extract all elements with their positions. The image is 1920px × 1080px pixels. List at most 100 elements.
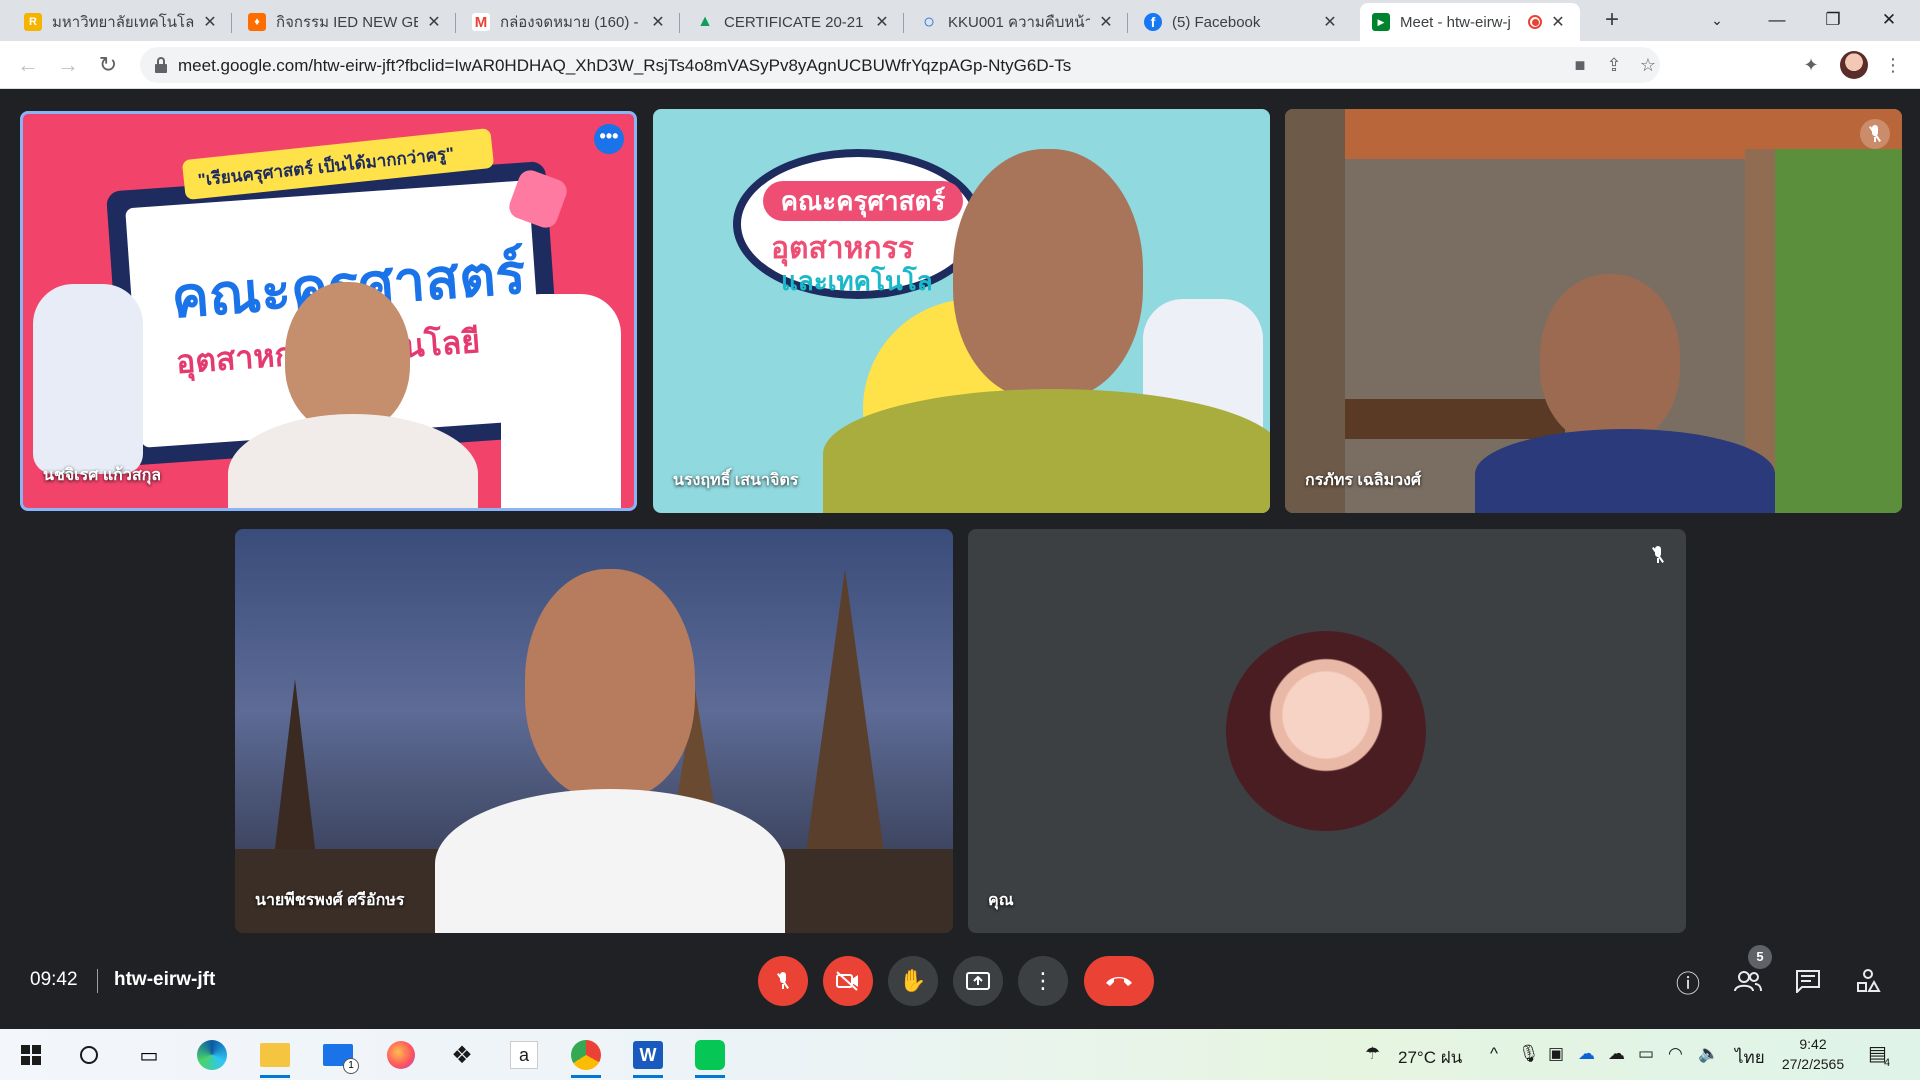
word-icon: W xyxy=(633,1041,663,1069)
muted-mic-icon xyxy=(1860,119,1890,149)
profile-avatar[interactable] xyxy=(1840,51,1868,79)
bubble-line-1: คณะครุศาสตร์ xyxy=(763,181,963,221)
participant-tile-self[interactable]: คุณ xyxy=(968,529,1686,933)
meet-present-tray-icon[interactable]: ▣ xyxy=(1548,1044,1564,1064)
participant-name: คุณ xyxy=(988,892,1014,909)
minimize-icon[interactable]: — xyxy=(1750,0,1804,41)
info-icon: ⓘ xyxy=(1676,970,1700,998)
close-icon[interactable]: ✕ xyxy=(1548,12,1568,32)
close-icon[interactable]: ✕ xyxy=(1320,12,1340,32)
show-hidden-icons[interactable]: ^ xyxy=(1490,1044,1498,1064)
amazon-app[interactable]: a xyxy=(505,1036,543,1074)
present-screen-icon xyxy=(966,972,990,990)
leave-call-button[interactable] xyxy=(1084,956,1154,1006)
chat-button[interactable] xyxy=(1790,963,1826,999)
tab-meet[interactable]: ▶ Meet - htw-eirw-j ✕ xyxy=(1360,3,1580,41)
forward-icon[interactable]: → xyxy=(52,49,84,81)
participant-tile-1[interactable]: คณะครุศาสตร์ อุตสาหกรรม โนโลยี "เรียนครุ… xyxy=(20,111,637,511)
camera-toggle-button[interactable] xyxy=(823,956,873,1006)
meet-control-bar: 09:42 htw-eirw-jft ✋ ⋮ ⓘ 5 xyxy=(0,939,1920,1029)
tab-search-icon[interactable]: ⌄ xyxy=(1690,0,1744,41)
recording-icon xyxy=(1528,15,1542,29)
activities-button[interactable] xyxy=(1850,963,1886,999)
google-meet-icon: ▶ xyxy=(1372,13,1390,31)
weather-icon[interactable]: ☂ xyxy=(1365,1044,1380,1064)
windows-logo-icon xyxy=(21,1045,41,1065)
meeting-code: htw-eirw-jft xyxy=(114,969,216,990)
speech-bubble-graphic: คณะครุศาสตร์ อุตสาหกรร และเทคโนโล xyxy=(733,149,983,299)
tab-certificate-drive[interactable]: ▲ CERTIFICATE 20-21 DE ✕ xyxy=(684,3,904,41)
participant-tile-2[interactable]: คณะครุศาสตร์ อุตสาหกรร และเทคโนโล นรงฤทธ… xyxy=(653,109,1270,513)
tab-ied-activity[interactable]: ♦ กิจกรรม IED NEW GEN ✕ xyxy=(236,3,456,41)
more-options-icon[interactable]: ••• xyxy=(594,124,624,154)
people-icon xyxy=(1734,971,1762,992)
wifi-icon[interactable]: ◠ xyxy=(1668,1044,1683,1064)
reload-icon[interactable]: ↻ xyxy=(92,49,124,81)
chat-icon xyxy=(1796,970,1820,993)
search-circle-icon xyxy=(80,1046,98,1064)
mail-app[interactable]: 1 xyxy=(319,1036,359,1074)
word-app[interactable]: W xyxy=(629,1036,667,1078)
tab-title: กล่องจดหมาย (160) - si xyxy=(500,14,642,31)
tab-title: (5) Facebook xyxy=(1172,13,1261,31)
address-bar[interactable]: meet.google.com/htw-eirw-jft?fbclid=IwAR… xyxy=(140,47,1660,83)
edge-icon xyxy=(197,1040,227,1070)
more-options-button[interactable]: ⋮ xyxy=(1018,956,1068,1006)
present-now-button[interactable] xyxy=(953,956,1003,1006)
participant-count-badge: 5 xyxy=(1748,945,1772,969)
gmail-icon: M xyxy=(472,13,490,31)
volume-icon[interactable]: 🔈 xyxy=(1698,1044,1719,1064)
lock-icon xyxy=(155,57,167,73)
close-icon[interactable]: ✕ xyxy=(200,12,220,32)
tab-gmail[interactable]: M กล่องจดหมาย (160) - si ✕ xyxy=(460,3,680,41)
close-icon[interactable]: ✕ xyxy=(424,12,444,32)
close-icon[interactable]: ✕ xyxy=(648,12,668,32)
share-icon[interactable]: ⇪ xyxy=(1602,53,1626,77)
more-vert-icon: ⋮ xyxy=(1032,968,1054,993)
edge-app[interactable] xyxy=(193,1036,231,1074)
line-app[interactable] xyxy=(691,1036,729,1078)
microphone-icon[interactable]: 🎙 xyxy=(1518,1044,1540,1064)
line-icon xyxy=(695,1040,725,1070)
mic-toggle-button[interactable] xyxy=(758,956,808,1006)
tab-title: KKU001 ความคืบหน้า | T xyxy=(948,14,1090,31)
participant-tile-4[interactable]: นายพีชรพงศ์ ศรีอักษร xyxy=(235,529,953,933)
onedrive-personal-icon[interactable]: ☁ xyxy=(1608,1044,1625,1064)
url-text[interactable]: meet.google.com/htw-eirw-jft?fbclid=IwAR… xyxy=(178,56,1071,76)
search-button[interactable] xyxy=(70,1036,108,1074)
task-view-button[interactable]: ▭ xyxy=(130,1036,168,1074)
firefox-app[interactable] xyxy=(382,1036,420,1074)
hand-icon: ✋ xyxy=(899,968,927,993)
mail-badge: 1 xyxy=(343,1058,359,1074)
onedrive-icon[interactable]: ☁ xyxy=(1578,1044,1595,1064)
back-icon[interactable]: ← xyxy=(12,49,44,81)
notification-count: 4 xyxy=(1884,1057,1891,1069)
new-tab-button[interactable]: + xyxy=(1597,6,1627,36)
amazon-icon: a xyxy=(510,1041,538,1069)
tab-facebook[interactable]: f (5) Facebook ✕ xyxy=(1132,3,1352,41)
chrome-app[interactable] xyxy=(567,1036,605,1078)
battery-icon[interactable]: ▭ xyxy=(1638,1044,1654,1064)
bookmark-star-icon[interactable]: ☆ xyxy=(1636,53,1660,77)
extensions-icon[interactable]: ✦ xyxy=(1798,52,1824,78)
close-icon[interactable]: ✕ xyxy=(1096,12,1116,32)
camera-icon[interactable]: ■ xyxy=(1568,53,1592,77)
activities-shapes-icon xyxy=(1857,969,1881,992)
dropbox-app[interactable]: ❖ xyxy=(443,1036,481,1074)
input-language[interactable]: ไทย xyxy=(1735,1044,1765,1071)
meeting-details-button[interactable]: ⓘ xyxy=(1670,963,1706,999)
raise-hand-button[interactable]: ✋ xyxy=(888,956,938,1006)
participant-tile-3[interactable]: กรภัทร เฉลิมวงศ์ xyxy=(1285,109,1902,513)
close-icon[interactable]: ✕ xyxy=(872,12,892,32)
chrome-icon xyxy=(571,1040,601,1070)
window-close-icon[interactable]: ✕ xyxy=(1862,0,1916,41)
restore-icon[interactable]: ❐ xyxy=(1806,0,1860,41)
system-clock[interactable]: 9:42 27/2/2565 xyxy=(1778,1034,1848,1074)
file-explorer-app[interactable] xyxy=(256,1036,294,1078)
start-button[interactable] xyxy=(12,1036,50,1074)
self-avatar xyxy=(1226,631,1426,831)
tab-kku001[interactable]: ○ KKU001 ความคืบหน้า | T ✕ xyxy=(908,3,1128,41)
more-menu-icon[interactable]: ⋮ xyxy=(1880,52,1906,78)
tab-university[interactable]: R มหาวิทยาลัยเทคโนโลยีราชมงคล ✕ xyxy=(12,3,232,41)
weather-text[interactable]: 27°C ฝน xyxy=(1398,1044,1462,1071)
